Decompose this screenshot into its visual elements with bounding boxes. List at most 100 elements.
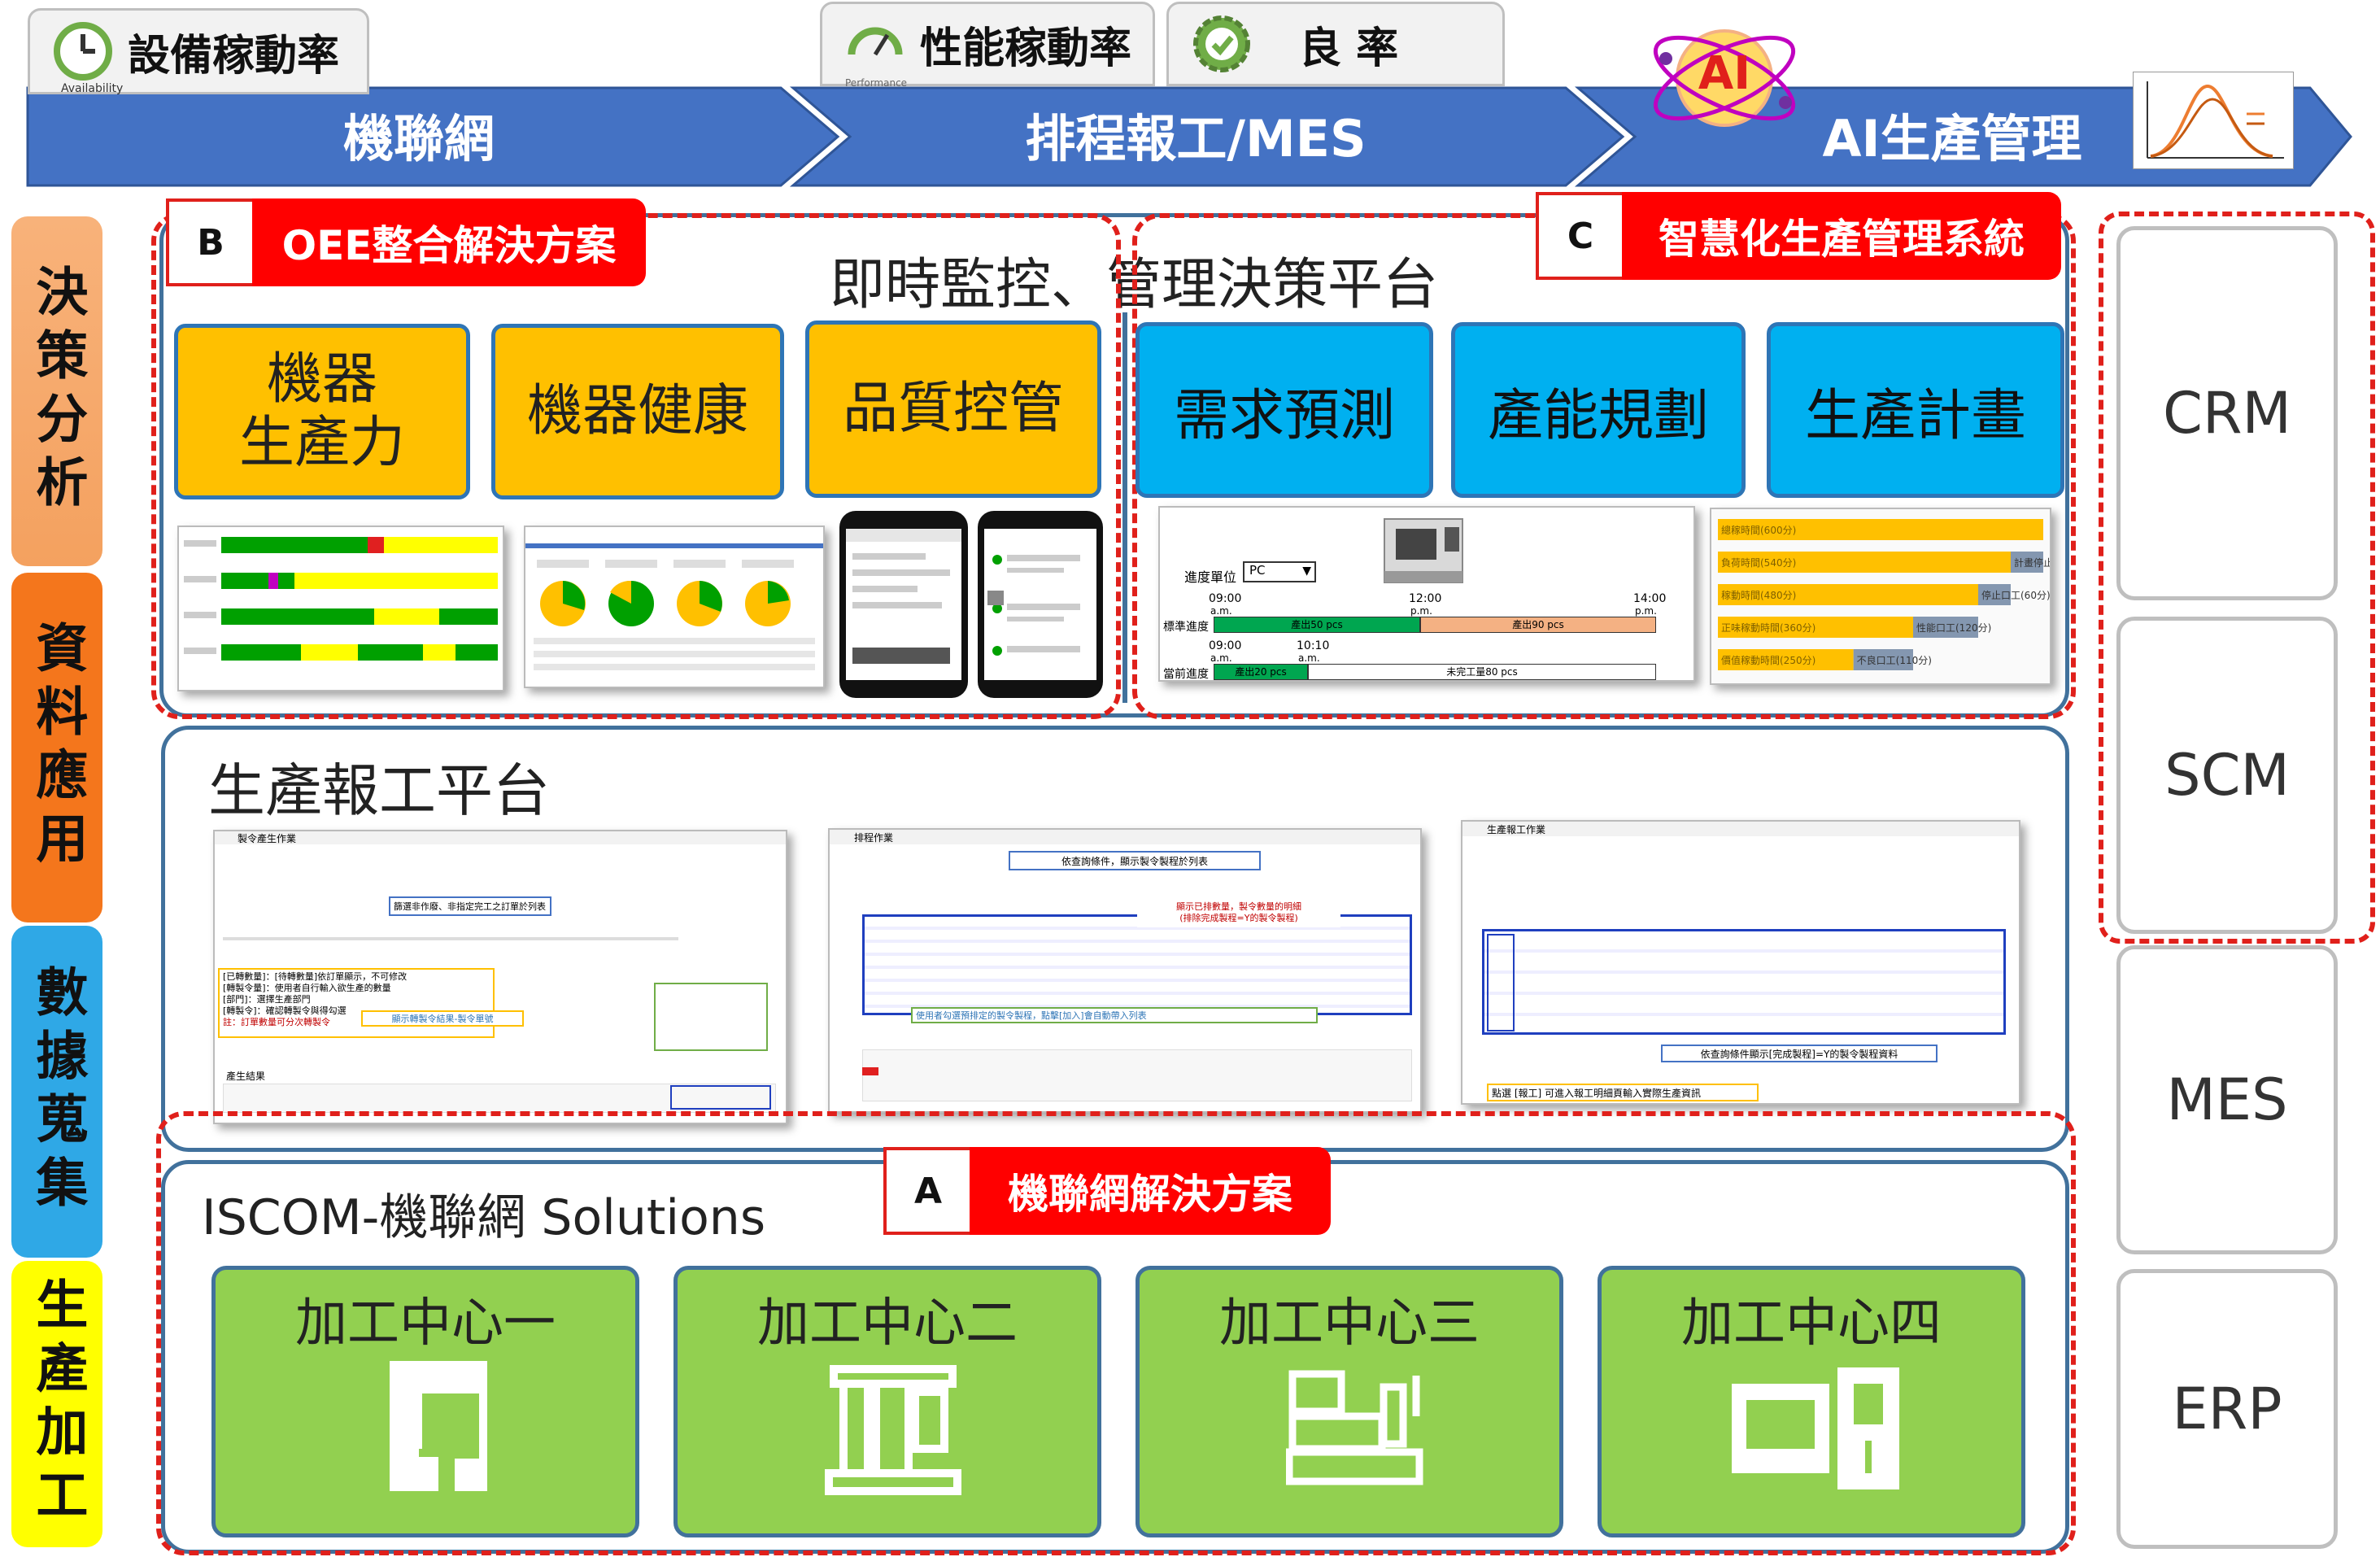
progress-unit-select: PC ▼ [1243, 561, 1316, 582]
loss-note: 計畫停止(60分) [2014, 556, 2050, 569]
progress-row1-seg2-label: 產出90 pcs [1512, 619, 1564, 630]
section-a-letter: A [883, 1147, 973, 1235]
mobile-app-phone2-icon [978, 511, 1103, 698]
machining-center-1-label: 加工中心一 [295, 1293, 556, 1354]
progress-unit-value: PC [1249, 563, 1266, 578]
tab-quality-label: 良 率 [1299, 24, 1399, 73]
layer-data-application-label: 資料應用 [27, 621, 88, 874]
progress-row1-start: 09:00 [1209, 592, 1242, 605]
arrow-label-ai: AI生產管理 [1822, 109, 2082, 168]
table-divider [223, 937, 678, 940]
progress-unit-label: 進度單位 [1184, 569, 1237, 585]
tab-performance-label: 性能稼動率 [920, 24, 1132, 73]
section-divider [1122, 312, 1127, 703]
callout-filter-text: 篩選非作廢、非指定完工之訂單於列表 [394, 901, 546, 912]
progress-row1-seg1: 產出50 pcs [1214, 617, 1420, 633]
progress-row1-seg2: 產出90 pcs [1420, 617, 1656, 633]
layer-data-collection-label: 數據蒐集 [27, 965, 88, 1219]
oee-machine-productivity: 機器 生產力 [174, 324, 470, 499]
bandsaw-machine-icon [390, 1361, 487, 1491]
progress-row2-start-ap: a.m. [1210, 652, 1232, 664]
schedule-table [862, 1049, 1412, 1101]
machining-center-2-label: 加工中心二 [757, 1293, 1018, 1354]
callout-add: 使用者勾選預排定的製令製程，點擊[加入]會自動帶入列表 [911, 1007, 1318, 1023]
system-mes: MES [2116, 945, 2338, 1254]
progress-row1-mid-ap: p.m. [1410, 605, 1432, 617]
callout-result: 顯示轉製令結果-製令單號 [361, 1010, 524, 1027]
note-line-3: [部門]：選擇生產部門 [223, 994, 311, 1005]
loss-note: 性能口工(120分) [1916, 622, 1991, 634]
tab-quality: 良 率 [1166, 2, 1505, 86]
progress-row2-start: 09:00 [1209, 639, 1242, 652]
clock-icon [54, 22, 112, 81]
callout-filter: 篩選非作廢、非指定完工之訂單於列表 [389, 896, 551, 916]
callout-scheduled-2: (排除完成製程=Y的製令製程) [1179, 913, 1298, 923]
tab-availability-label: 設備稼動率 [128, 31, 340, 81]
layer-decision-analysis: 決策分析 [11, 216, 102, 566]
section-b-title: OEE整合解決方案 [252, 198, 646, 286]
layer-data-application: 資料應用 [11, 573, 102, 922]
layer-production: 生產加工 [11, 1261, 102, 1547]
progress-row2-seg2: 未完工量80 pcs [1308, 664, 1656, 680]
chevron-down-icon: ▼ [1302, 565, 1311, 578]
order-to-workorder-screenshot: 製令產生作業 篩選非作廢、非指定完工之訂單於列表 [已轉數量]：[待轉數量]依訂… [213, 830, 787, 1124]
loss-note: 不良口工(110分) [1857, 654, 1932, 666]
drilling-machine-icon [825, 1365, 961, 1495]
system-erp: ERP [2116, 1269, 2338, 1549]
progress-row1-seg1-label: 產出50 pcs [1291, 619, 1343, 630]
arrow-label-iot: 機聯網 [342, 109, 495, 168]
check-badge-icon [1193, 15, 1250, 72]
cnc-machine-icon [1384, 518, 1463, 583]
smart-production-plan: 生產計畫 [1767, 322, 2064, 498]
callout-scheduled-1: 顯示已排數量，製令數量的明細 [1176, 901, 1301, 912]
loss-bar-label: 負荷時間(540分) [1721, 557, 1796, 569]
work-report-screenshot: 生產報工作業 依查詢條件顯示[完成製程]=Y的製令製程資料 點選 [報工] 可進… [1461, 820, 2020, 1105]
window-titlebar [215, 831, 786, 844]
report-table [1482, 929, 2006, 1035]
progress-row2-label: 當前進度 [1163, 668, 1209, 681]
section-c-title: 智慧化生產管理系統 [1622, 192, 2061, 280]
progress-row2-mid-ap: a.m. [1298, 652, 1320, 664]
smart-demand-forecast: 需求預測 [1136, 322, 1433, 498]
layer-production-label: 生產加工 [27, 1277, 88, 1531]
oee-timeline-graphic [184, 537, 498, 661]
arrow-label-mes: 排程報工/MES [1025, 109, 1367, 168]
loss-bar-label: 總稼時間(600分) [1721, 524, 1796, 536]
loss-note: 停止口工(60分) [1981, 589, 2050, 601]
smart-capacity-planning: 產能規劃 [1451, 322, 1746, 498]
loss-bar-label: 稼動時間(480分) [1721, 589, 1796, 601]
section-a-title: 機聯網解決方案 [970, 1147, 1331, 1235]
note-line-2: [轉製令量]：使用者自行輸入欲生產的數量 [223, 983, 391, 993]
bell-curve-chart-icon [2133, 72, 2294, 169]
window-title: 生產報工作業 [1487, 824, 1546, 835]
callout-query-text: 依查詢條件，顯示製令製程於列表 [1061, 856, 1208, 867]
section-c-letter: C [1536, 192, 1625, 280]
oee-pie-dashboard-screenshot [524, 526, 825, 688]
machining-center-3-label: 加工中心三 [1219, 1293, 1480, 1354]
callout-add-text: 使用者勾選預排定的製令製程，點擊[加入]會自動帶入列表 [916, 1010, 1147, 1021]
loss-bar-chart: 總稼時間(600分) 計畫停止(60分) 負荷時間(540分) 停止口工(60分) 稼動… [1718, 519, 2050, 670]
ai-badge-text: AI [1698, 47, 1751, 100]
window-titlebar [830, 830, 1420, 844]
machining-center-1: 加工中心一 [211, 1266, 639, 1537]
result-highlight [670, 1085, 771, 1110]
iscom-title: ISCOM-機聯網 Solutions [202, 1189, 766, 1246]
tab-availability-sub: Availability [61, 82, 124, 95]
oee-machine-productivity-label: 機器 生產力 [238, 347, 405, 475]
callout-query: 依查詢條件，顯示製令製程於列表 [1009, 851, 1261, 870]
progress-row2-seg2-label: 未完工量80 pcs [1446, 666, 1518, 678]
progress-row2-seg1: 產出20 pcs [1214, 664, 1308, 680]
scheduling-screenshot: 排程作業 依查詢條件，顯示製令製程於列表 顯示已排數量，製令數量的明細 (排除完… [828, 828, 1422, 1113]
section-b-letter: B [166, 198, 255, 286]
machining-center-2: 加工中心二 [673, 1266, 1101, 1537]
loss-bar-label: 正味稼動時間(360分) [1721, 621, 1816, 634]
machining-center-4: 加工中心四 [1598, 1266, 2025, 1537]
tab-performance: 性能稼動率 Performance [820, 2, 1155, 89]
callout-result-text: 顯示轉製令結果-製令單號 [391, 1014, 494, 1024]
workorder-table [862, 914, 1412, 1015]
callout-scheduled: 顯示已排數量，製令數量的明細 (排除完成製程=Y的製令製程) [1137, 901, 1340, 927]
layer-data-collection: 數據蒐集 [11, 926, 102, 1258]
oee-pie-graphic [525, 543, 823, 670]
layer-decision-analysis-label: 決策分析 [27, 264, 88, 518]
callout-report: 點選 [報工] 可進入報工明細頁輸入實際生產資訊 [1487, 1084, 1759, 1101]
